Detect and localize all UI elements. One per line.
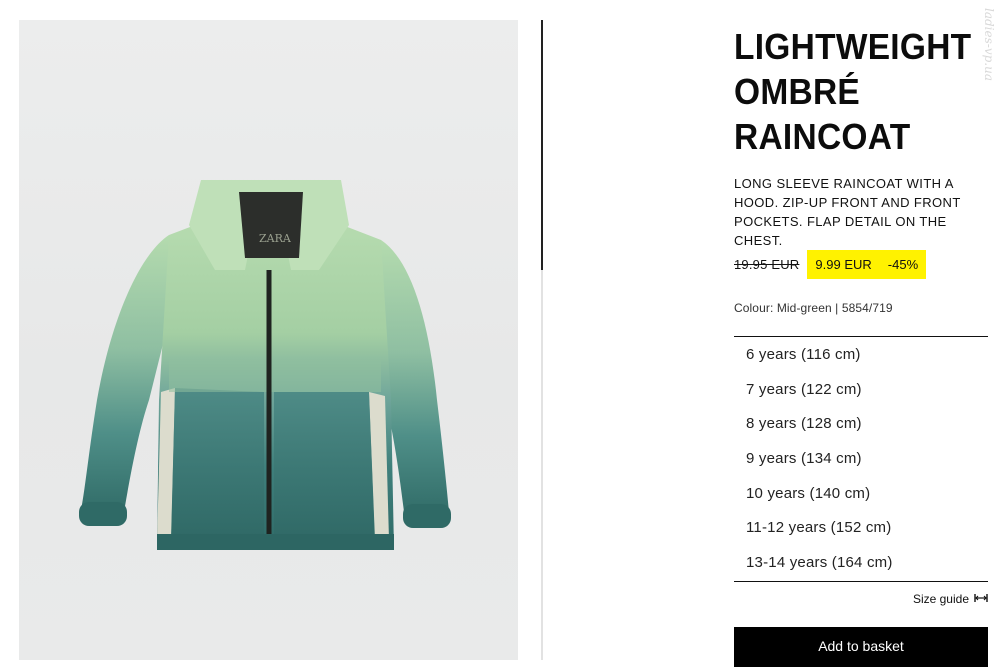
- image-scrollbar[interactable]: [541, 20, 543, 660]
- discount-percent: -45%: [887, 257, 919, 272]
- sale-price: 9.99 EUR: [815, 257, 872, 272]
- size-option[interactable]: 13-14 years (164 cm): [734, 545, 988, 580]
- size-option[interactable]: 11-12 years (152 cm): [734, 510, 988, 545]
- add-to-basket-button[interactable]: Add to basket: [734, 627, 988, 667]
- size-selector: 6 years (116 cm) 7 years (122 cm) 8 year…: [734, 336, 988, 582]
- scrollbar-thumb[interactable]: [541, 20, 543, 270]
- size-option[interactable]: 7 years (122 cm): [734, 372, 988, 407]
- ruler-icon: [974, 593, 988, 606]
- product-title: LIGHTWEIGHT OMBRÉ RAINCOAT: [734, 26, 972, 157]
- size-option[interactable]: 10 years (140 cm): [734, 476, 988, 511]
- raincoat-illustration: ZARA: [79, 180, 451, 550]
- size-guide-link[interactable]: Size guide: [913, 592, 988, 606]
- product-image[interactable]: ZARA: [19, 20, 518, 660]
- colour-reference: Colour: Mid-green | 5854/719: [734, 301, 893, 315]
- watermark: ladies-vp.ua: [982, 8, 996, 81]
- size-option[interactable]: 9 years (134 cm): [734, 441, 988, 476]
- original-price: 19.95 EUR: [734, 257, 800, 272]
- price-row: 19.95 EUR 9.99 EUR -45%: [734, 250, 927, 279]
- brand-label: ZARA: [259, 232, 292, 245]
- size-guide-label: Size guide: [912, 592, 969, 606]
- size-option[interactable]: 6 years (116 cm): [734, 337, 988, 372]
- sale-price-badge: 9.99 EUR -45%: [807, 250, 927, 279]
- size-option[interactable]: 8 years (128 cm): [734, 406, 988, 441]
- product-description: LONG SLEEVE RAINCOAT WITH A HOOD. ZIP-UP…: [734, 176, 961, 248]
